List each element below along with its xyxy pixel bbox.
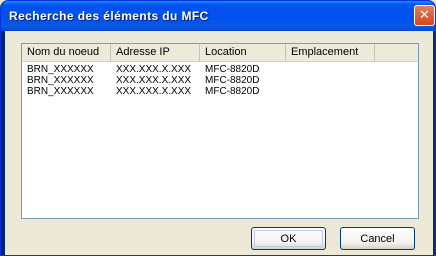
cell-location: MFC-8820D: [205, 64, 260, 75]
column-header-location[interactable]: Location: [200, 44, 286, 61]
cell-location: MFC-8820D: [205, 75, 260, 86]
table-row[interactable]: BRN_XXXXXX XXX.XXX.X.XXX MFC-8820D: [22, 64, 418, 75]
column-header-filler: [375, 44, 418, 61]
close-icon[interactable]: ✕: [414, 5, 435, 26]
column-header-ip-address[interactable]: Adresse IP: [111, 44, 200, 61]
list-header: Nom du noeud Adresse IP Location Emplace…: [22, 44, 418, 62]
cell-node-name: BRN_XXXXXX: [27, 64, 94, 75]
cell-ip-address: XXX.XXX.X.XXX: [116, 75, 192, 86]
title-bar[interactable]: Recherche des éléments du MFC ✕: [1, 1, 435, 31]
ok-button[interactable]: OK: [251, 227, 326, 250]
dialog-title: Recherche des éléments du MFC: [9, 9, 209, 23]
device-list[interactable]: Nom du noeud Adresse IP Location Emplace…: [21, 43, 419, 219]
table-row[interactable]: BRN_XXXXXX XXX.XXX.X.XXX MFC-8820D: [22, 86, 418, 97]
dialog-window: Recherche des éléments du MFC ✕ Nom du n…: [0, 0, 436, 256]
cell-ip-address: XXX.XXX.X.XXX: [116, 86, 192, 97]
cell-location: MFC-8820D: [205, 86, 260, 97]
cancel-button[interactable]: Cancel: [340, 227, 415, 250]
table-row[interactable]: BRN_XXXXXX XXX.XXX.X.XXX MFC-8820D: [22, 75, 418, 86]
cell-node-name: BRN_XXXXXX: [27, 86, 94, 97]
cell-ip-address: XXX.XXX.X.XXX: [116, 64, 192, 75]
column-header-node-name[interactable]: Nom du noeud: [22, 44, 111, 61]
column-header-emplacement[interactable]: Emplacement: [286, 44, 375, 61]
dialog-body: Nom du noeud Adresse IP Location Emplace…: [5, 31, 433, 255]
cell-node-name: BRN_XXXXXX: [27, 75, 94, 86]
